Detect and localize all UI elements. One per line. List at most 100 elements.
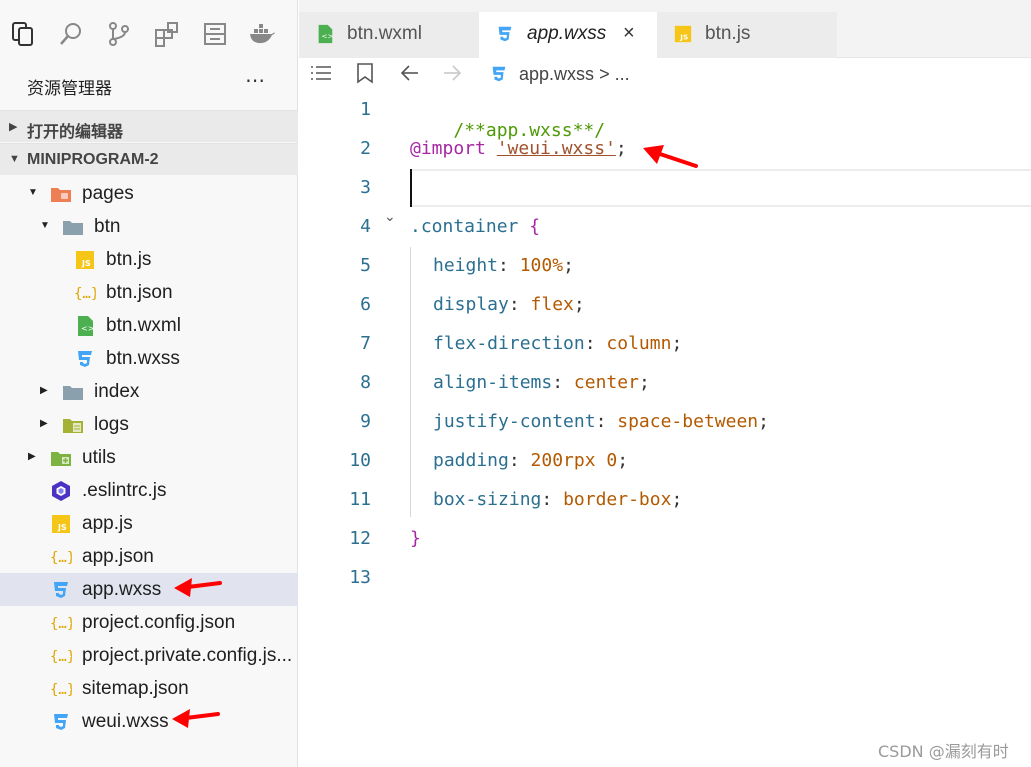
chevron-down-icon: ▼ (9, 153, 20, 165)
code-colon: : (552, 372, 574, 393)
tree-file-btn-wxss[interactable]: btn.wxss (0, 342, 298, 375)
tree-item-label: project.config.json (82, 612, 236, 633)
line-number: 2 (360, 138, 371, 159)
tree-item-label: app.js (82, 513, 133, 534)
code-colon: : (584, 333, 607, 354)
folder-icon (62, 216, 84, 238)
json-file-icon: {…} (50, 678, 72, 700)
storage-icon[interactable] (201, 20, 229, 48)
json-file-icon: {…} (50, 612, 72, 634)
breadcrumb-file-label: app.wxss (519, 64, 595, 84)
breadcrumb-file[interactable]: app.wxss > ... (519, 64, 630, 85)
folder-icon (62, 381, 84, 403)
forward-arrow-icon[interactable] (441, 62, 463, 90)
annotation-arrow-icon (643, 145, 698, 168)
tree-file-btn-js[interactable]: JS btn.js (0, 243, 298, 276)
css-file-icon (495, 24, 515, 44)
code-string: 'weui.wxss' (496, 138, 616, 159)
tree-item-label: pages (82, 183, 134, 204)
svg-text:JS: JS (57, 523, 67, 532)
tree-file-eslintrc[interactable]: .eslintrc.js (0, 474, 298, 507)
more-actions-icon[interactable]: ⋯ (245, 68, 266, 93)
chevron-down-icon: ▼ (40, 220, 50, 231)
code-line: padding: 200rpx 0; (433, 450, 628, 471)
tree-item-label: weui.wxss (82, 711, 169, 732)
svg-text:{…}: {…} (50, 682, 72, 698)
code-value: space-between (617, 411, 759, 432)
current-line-highlight (410, 169, 1031, 207)
code-line: display: flex; (433, 294, 585, 315)
tree-item-label: sitemap.json (82, 678, 189, 699)
source-control-icon[interactable] (105, 20, 133, 48)
docker-icon[interactable] (248, 20, 276, 48)
tree-item-label: btn.json (106, 282, 173, 303)
section-label: MINIPROGRAM-2 (27, 151, 159, 168)
extensions-icon[interactable] (153, 20, 181, 48)
editor-tab-bar: <> btn.wxml app.wxss × JS btn.js (299, 0, 1031, 58)
tree-file-btn-json[interactable]: {…} btn.json (0, 276, 298, 309)
js-file-icon: JS (50, 513, 72, 535)
tree-file-project-config[interactable]: {…} project.config.json (0, 606, 298, 639)
tree-file-app-wxss[interactable]: app.wxss (0, 573, 298, 606)
code-property: padding (433, 450, 509, 471)
code-value: flex (530, 294, 574, 315)
tab-btn-js[interactable]: JS btn.js (657, 12, 837, 58)
code-line: @import 'weui.wxss'; (410, 138, 627, 159)
tree-folder-pages[interactable]: ▼ pages (0, 177, 298, 210)
line-number: 5 (360, 255, 371, 276)
tree-folder-btn[interactable]: ▼ btn (0, 210, 298, 243)
files-icon[interactable] (9, 20, 37, 48)
code-property: height (433, 255, 499, 276)
explorer-header: 资源管理器 ⋯ (0, 58, 298, 110)
code-colon: : (595, 411, 618, 432)
indent-guide (410, 247, 411, 517)
code-value: 200rpx 0 (530, 450, 618, 471)
code-property: flex-direction (433, 333, 585, 354)
tree-item-label: app.json (82, 546, 154, 567)
svg-text:{…}: {…} (74, 286, 96, 302)
code-semicolon: ; (615, 138, 627, 159)
fold-chevron-icon[interactable]: ⌄ (384, 208, 396, 225)
section-project[interactable]: ▼ MINIPROGRAM-2 (0, 143, 298, 175)
line-number: 7 (360, 333, 371, 354)
tab-label: btn.wxml (347, 23, 422, 44)
explorer-title: 资源管理器 (27, 79, 112, 98)
tree-file-app-json[interactable]: {…} app.json (0, 540, 298, 573)
tree-item-label: btn.js (106, 249, 152, 270)
chevron-down-icon: ▼ (28, 187, 38, 198)
tree-folder-utils[interactable]: ▶ utils (0, 441, 298, 474)
code-semicolon: ; (638, 372, 650, 393)
line-number: 9 (360, 411, 371, 432)
back-arrow-icon[interactable] (399, 62, 421, 90)
code-line: justify-content: space-between; (433, 411, 769, 432)
tree-file-app-js[interactable]: JS app.js (0, 507, 298, 540)
section-open-editors[interactable]: ▶ 打开的编辑器 (0, 110, 298, 142)
line-number: 4 (360, 216, 371, 237)
tab-app-wxss[interactable]: app.wxss × (479, 12, 657, 58)
search-icon[interactable] (57, 20, 85, 48)
chevron-right-icon: ▶ (40, 418, 48, 429)
tree-item-label: .eslintrc.js (82, 480, 167, 501)
code-brace: { (529, 216, 541, 237)
outline-list-icon[interactable] (309, 62, 333, 90)
tree-item-label: index (94, 381, 140, 402)
tree-folder-logs[interactable]: ▶ logs (0, 408, 298, 441)
svg-text:JS: JS (679, 32, 688, 41)
tree-item-label: btn (94, 216, 121, 237)
tree-file-btn-wxml[interactable]: <> btn.wxml (0, 309, 298, 342)
close-icon[interactable]: × (623, 22, 635, 45)
tree-folder-index[interactable]: ▶ index (0, 375, 298, 408)
line-number: 10 (349, 450, 371, 471)
line-number: 1 (360, 99, 371, 120)
tree-file-weui-wxss[interactable]: weui.wxss (0, 705, 298, 738)
code-value: center (573, 372, 639, 393)
code-selector: .container (410, 216, 519, 237)
css-file-icon (489, 64, 509, 90)
tree-item-label: project.private.config.js... (82, 645, 293, 666)
tree-file-sitemap[interactable]: {…} sitemap.json (0, 672, 298, 705)
tree-file-project-private-config[interactable]: {…} project.private.config.js... (0, 639, 298, 672)
tab-btn-wxml[interactable]: <> btn.wxml (299, 12, 479, 58)
code-value: column (606, 333, 672, 354)
tree-item-label: btn.wxss (106, 348, 180, 369)
bookmark-icon[interactable] (355, 62, 375, 90)
